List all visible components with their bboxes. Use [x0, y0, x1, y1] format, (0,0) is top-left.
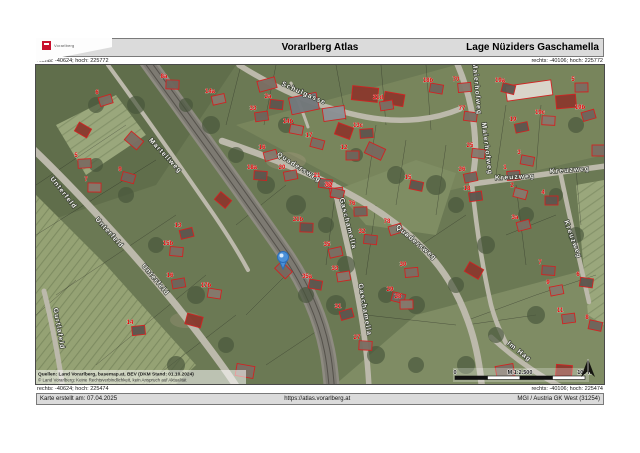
house-number: 21b — [293, 217, 304, 223]
house-number: 16 — [167, 273, 174, 279]
house-number: 19a — [495, 78, 506, 84]
house-number: 31 — [335, 304, 342, 310]
house-number: 19 — [510, 117, 517, 123]
header-bar: Vorarlberg Vorarlberg Atlas Lage Nüzider… — [36, 38, 604, 57]
scale-ratio: M 1:2.500 — [508, 370, 533, 376]
house-number: 78 — [384, 219, 391, 225]
house-number: 14 — [127, 320, 134, 326]
vorarlberg-logo-text: Vorarlberg — [54, 43, 74, 48]
house-number: 33 — [250, 106, 257, 112]
house-number: 21d — [373, 95, 384, 101]
coord-bottom-left: rechts: -40624; hoch: 225474 — [37, 386, 109, 392]
vorarlberg-logo-mark — [42, 41, 51, 50]
footer-bar: Karte erstellt am: 07.04.2025 https://at… — [36, 393, 604, 405]
house-number: 20 — [279, 165, 286, 171]
house-number: 14b — [283, 119, 294, 125]
house-number: 21 — [314, 173, 321, 179]
house-number: 26 — [459, 167, 466, 173]
house-number: 8a — [161, 74, 168, 80]
house-number: 13c — [353, 123, 364, 129]
house-number: 18b — [423, 78, 434, 84]
house-number: 15 — [405, 175, 412, 181]
house-number: 30 — [400, 262, 407, 268]
house-number: 17b — [201, 283, 212, 289]
house-number: 18a — [247, 165, 258, 171]
house-number: 2a — [265, 94, 272, 100]
map-attribution: Quellen: Land Vorarlberg, basemap.at, BE… — [36, 370, 246, 384]
house-number: 76 — [349, 201, 356, 207]
house-number: 32 — [359, 229, 366, 235]
house-number: 17 — [306, 133, 313, 139]
aerial-map: SchulgasseQuaderswegQuaderswegGaschamell… — [36, 65, 604, 384]
attribution-line-2: © Land Vorarlberg: Keine Rechtsverbindli… — [38, 378, 187, 383]
print-page: Vorarlberg Vorarlberg Atlas Lage Nüzider… — [0, 0, 640, 453]
house-number: 14a — [205, 89, 216, 95]
map-created-date: Karte erstellt am: 07.04.2025 — [40, 396, 117, 402]
house-number: 27 — [354, 335, 361, 341]
map-canvas[interactable]: SchulgasseQuaderswegQuaderswegGaschamell… — [36, 65, 604, 384]
house-number: 19c — [535, 110, 546, 116]
house-number: 35a — [302, 274, 313, 280]
house-number: 19b — [575, 105, 586, 111]
house-number: 16 — [259, 145, 266, 151]
house-number: 13 — [175, 223, 182, 229]
house-number: 32 — [326, 183, 333, 189]
house-number: 35 — [324, 242, 331, 248]
house-number: 18 — [464, 186, 471, 192]
coordinates-top: rechts: -40624; hoch: 225772 rechts: -40… — [36, 57, 604, 65]
house-number: 15b — [163, 241, 174, 247]
house-number: 3a — [512, 215, 519, 221]
house-number: 25 — [467, 143, 474, 149]
crs-label: MGI / Austria GK West (31254) — [517, 396, 600, 402]
coord-bottom-right: rechts: -40106; hoch: 225474 — [531, 386, 603, 392]
house-number: 70 — [453, 77, 460, 83]
page-subtitle: Lage Nüziders Gaschamella — [466, 42, 599, 53]
coordinates-bottom: rechts: -40624; hoch: 225474 rechts: -40… — [36, 384, 604, 393]
scale-zero: 0 — [453, 370, 456, 376]
house-number: 28 — [395, 294, 402, 300]
house-number: 77 — [459, 106, 466, 112]
house-number: 12 — [341, 145, 348, 151]
house-number: 29 — [387, 287, 394, 293]
coord-top-right: rechts: -40106; hoch: 225772 — [531, 58, 603, 64]
atlas-url: https://atlas.vorarlberg.at — [284, 396, 350, 402]
scale-bar: 0M 1:2.500100 m — [453, 368, 593, 382]
house-number: 33 — [332, 266, 339, 272]
print-frame: Vorarlberg Vorarlberg Atlas Lage Nüzider… — [36, 38, 604, 405]
house-number: 11 — [557, 308, 564, 314]
